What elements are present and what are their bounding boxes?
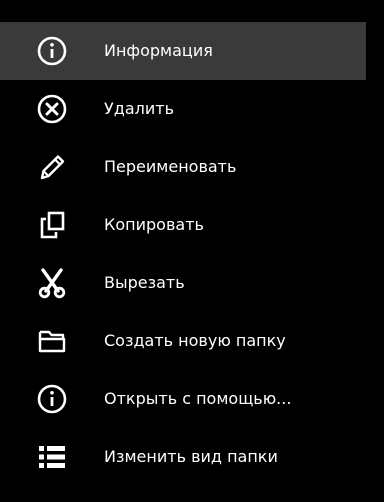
- context-menu: Информация Удалить Переименовать Копиров…: [0, 22, 366, 486]
- menu-item-label: Копировать: [104, 215, 204, 234]
- menu-item-rename[interactable]: Переименовать: [0, 138, 366, 196]
- folder-open-icon: [34, 323, 70, 359]
- menu-item-label: Информация: [104, 41, 213, 60]
- menu-item-open-with[interactable]: Открыть с помощью...: [0, 370, 366, 428]
- scissors-icon: [34, 265, 70, 301]
- menu-item-change-view[interactable]: Изменить вид папки: [0, 428, 366, 486]
- menu-item-label: Вырезать: [104, 273, 185, 292]
- menu-item-label: Переименовать: [104, 157, 237, 176]
- pencil-icon: [34, 149, 70, 185]
- menu-item-label: Удалить: [104, 99, 174, 118]
- menu-item-label: Создать новую папку: [104, 331, 286, 350]
- menu-item-new-folder[interactable]: Создать новую папку: [0, 312, 366, 370]
- copy-icon: [34, 207, 70, 243]
- close-circle-icon: [34, 91, 70, 127]
- info-icon: [34, 33, 70, 69]
- menu-item-copy[interactable]: Копировать: [0, 196, 366, 254]
- menu-item-delete[interactable]: Удалить: [0, 80, 366, 138]
- info-icon: [34, 381, 70, 417]
- menu-item-label: Открыть с помощью...: [104, 389, 292, 408]
- menu-item-info[interactable]: Информация: [0, 22, 366, 80]
- menu-item-label: Изменить вид папки: [104, 447, 278, 466]
- list-view-icon: [34, 439, 70, 475]
- menu-item-cut[interactable]: Вырезать: [0, 254, 366, 312]
